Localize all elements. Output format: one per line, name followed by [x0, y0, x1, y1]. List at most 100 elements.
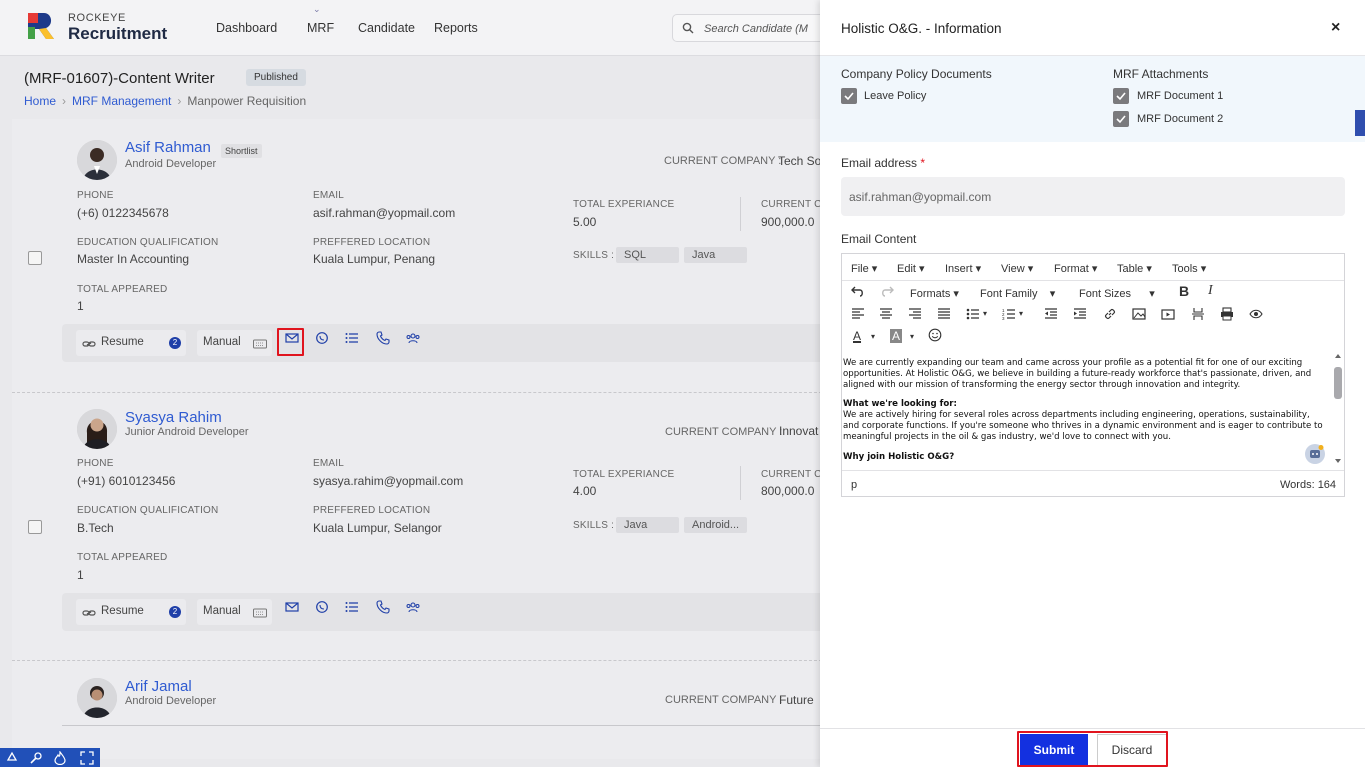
check-icon: [844, 92, 854, 101]
chevron-down-icon[interactable]: ▾: [983, 309, 987, 318]
image-icon[interactable]: [1132, 307, 1146, 321]
mail-icon-highlight: [277, 328, 304, 356]
print-icon[interactable]: [1220, 307, 1234, 321]
list-icon[interactable]: [345, 331, 359, 345]
nav-candidate[interactable]: Candidate: [358, 21, 415, 35]
card-divider: [62, 725, 832, 726]
candidate-select-checkbox[interactable]: [28, 520, 42, 534]
menu-format[interactable]: Format ▾: [1054, 262, 1097, 275]
align-left-icon[interactable]: [851, 307, 865, 321]
skills-label: SKILLS :: [573, 250, 615, 261]
manual-button[interactable]: Manual: [197, 599, 272, 625]
breadcrumb-mrf-management[interactable]: MRF Management: [72, 94, 171, 108]
candidate-select-checkbox[interactable]: [28, 251, 42, 265]
font-family-dropdown[interactable]: Font Family ▾: [980, 287, 1055, 300]
recycle-icon[interactable]: [5, 751, 19, 765]
close-icon[interactable]: ×: [1331, 19, 1340, 37]
mrf-document-1-checkbox[interactable]: [1113, 88, 1129, 104]
redo-icon[interactable]: [880, 284, 894, 298]
editor-scrollbar[interactable]: [1332, 351, 1344, 469]
search-input[interactable]: Search Candidate (M: [704, 23, 808, 35]
rockeye-logo: [28, 13, 54, 39]
menu-insert[interactable]: Insert ▾: [945, 262, 981, 275]
nav-mrf[interactable]: MRF: [307, 21, 334, 35]
indent-icon[interactable]: [1073, 307, 1087, 321]
background-color-icon[interactable]: A: [890, 329, 903, 343]
align-right-icon[interactable]: [908, 307, 922, 321]
nav-reports[interactable]: Reports: [434, 21, 478, 35]
drawer-title: Holistic O&G. - Information: [841, 21, 1002, 36]
numbered-list-icon[interactable]: 123: [1002, 307, 1016, 321]
resume-label: Resume: [101, 605, 144, 617]
fire-icon[interactable]: [53, 751, 67, 765]
menu-tools[interactable]: Tools ▾: [1172, 262, 1206, 275]
page-break-icon[interactable]: [1191, 307, 1205, 321]
whatsapp-icon[interactable]: [315, 331, 329, 345]
align-center-icon[interactable]: [879, 307, 893, 321]
link-icon[interactable]: [1103, 307, 1117, 321]
email-value: asif.rahman@yopmail.com: [313, 206, 456, 220]
mail-icon[interactable]: [285, 600, 299, 614]
undo-icon[interactable]: [851, 284, 865, 298]
current-company-value: Innovat: [779, 424, 819, 438]
manual-button[interactable]: Manual: [197, 330, 272, 356]
candidate-name[interactable]: Arif Jamal: [125, 678, 192, 695]
team-icon[interactable]: [406, 331, 420, 345]
list-icon[interactable]: [345, 600, 359, 614]
link-icon: [82, 341, 96, 347]
preview-icon[interactable]: [1249, 307, 1263, 321]
chevron-down-icon[interactable]: ▾: [1019, 309, 1023, 318]
phone-icon[interactable]: [376, 331, 390, 345]
chevron-down-icon[interactable]: ▾: [910, 332, 914, 341]
bottom-toolbar: [0, 748, 100, 767]
manual-label: Manual: [203, 605, 241, 617]
menu-edit[interactable]: Edit ▾: [897, 262, 925, 275]
media-icon[interactable]: [1161, 307, 1175, 321]
emoji-icon[interactable]: [928, 328, 942, 342]
font-sizes-dropdown[interactable]: Font Sizes ▾: [1079, 287, 1155, 300]
resume-button[interactable]: Resume 2: [76, 599, 186, 625]
menu-view[interactable]: View ▾: [1001, 262, 1033, 275]
bold-icon[interactable]: B: [1179, 283, 1189, 299]
education-label: EDUCATION QUALIFICATION: [77, 505, 219, 516]
formats-dropdown[interactable]: Formats ▾: [910, 287, 959, 300]
candidate-name[interactable]: Asif Rahman: [125, 139, 211, 156]
menu-file[interactable]: File ▾: [851, 262, 877, 275]
location-value: Kuala Lumpur, Selangor: [313, 521, 442, 535]
candidate-card: Arif Jamal Android Developer CURRENT COM…: [12, 661, 832, 759]
nav-dashboard[interactable]: Dashboard: [216, 21, 277, 35]
assistant-bot-icon[interactable]: [1305, 444, 1325, 464]
side-panel-tab[interactable]: [1355, 110, 1365, 136]
ctc-value: 900,000.0: [761, 215, 815, 229]
status-badge: Published: [246, 69, 306, 86]
email-address-field[interactable]: asif.rahman@yopmail.com: [841, 177, 1345, 216]
experience-label: TOTAL EXPERIANCE: [573, 199, 675, 210]
bullet-list-icon[interactable]: [966, 307, 980, 321]
svg-text:3: 3: [1002, 316, 1005, 321]
keyboard-icon: [253, 339, 267, 349]
editor-content[interactable]: We are currently expanding our team and …: [842, 351, 1332, 469]
chevron-down-icon[interactable]: ▾: [871, 332, 875, 341]
candidate-list: Asif Rahman Shortlist Android Developer …: [12, 119, 832, 759]
phone-icon[interactable]: [376, 600, 390, 614]
outdent-icon[interactable]: [1044, 307, 1058, 321]
whatsapp-icon[interactable]: [315, 600, 329, 614]
policy-docs-heading: Company Policy Documents: [841, 67, 992, 81]
editor-menubar: File ▾ Edit ▾ Insert ▾ View ▾ Format ▾ T…: [842, 254, 1344, 281]
italic-icon[interactable]: I: [1208, 283, 1213, 299]
align-justify-icon[interactable]: [937, 307, 951, 321]
ctc-value: 800,000.0: [761, 484, 815, 498]
resume-button[interactable]: Resume 2: [76, 330, 186, 356]
candidate-name[interactable]: Syasya Rahim: [125, 409, 222, 426]
text-color-icon[interactable]: A: [853, 329, 861, 343]
tools-icon[interactable]: [29, 751, 43, 765]
leave-policy-checkbox[interactable]: [841, 88, 857, 104]
email-label: EMAIL: [313, 458, 345, 469]
resume-label: Resume: [101, 336, 144, 348]
search-box[interactable]: Search Candidate (M: [672, 14, 832, 42]
team-icon[interactable]: [406, 600, 420, 614]
breadcrumb-home[interactable]: Home: [24, 94, 56, 108]
menu-table[interactable]: Table ▾: [1117, 262, 1152, 275]
mrf-document-2-checkbox[interactable]: [1113, 111, 1129, 127]
fullscreen-icon[interactable]: [80, 751, 94, 765]
